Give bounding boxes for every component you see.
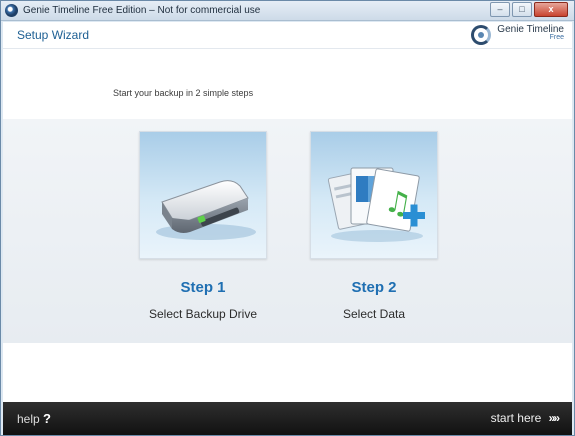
step-1[interactable]: Step 1 Select Backup Drive	[139, 131, 267, 321]
maximize-button[interactable]: □	[512, 2, 532, 17]
brand-edition: Free	[549, 34, 564, 41]
app-logo-icon	[5, 4, 18, 17]
help-label: help	[17, 412, 40, 426]
wizard-content: Setup Wizard Genie Timeline Free Start y…	[3, 22, 572, 402]
step-1-tile[interactable]	[139, 131, 267, 259]
title-bar[interactable]: Genie Timeline Free Edition – Not for co…	[1, 1, 574, 21]
footer-bar: help ? start here »»	[3, 402, 572, 435]
hard-drive-icon	[156, 180, 256, 240]
app-window: Genie Timeline Free Edition – Not for co…	[0, 0, 575, 436]
start-here-label: start here	[490, 411, 542, 425]
minimize-button[interactable]: –	[490, 2, 510, 17]
window-controls: – □ x	[490, 2, 568, 17]
step-2-tile[interactable]: ♫	[310, 131, 438, 259]
step-1-label[interactable]: Select Backup Drive	[139, 307, 267, 321]
step-1-title[interactable]: Step 1	[139, 279, 267, 296]
wizard-title: Setup Wizard	[17, 28, 90, 42]
step-2[interactable]: ♫ Step 2 Select Data	[310, 131, 438, 321]
start-here-button[interactable]: start here »»	[490, 411, 560, 425]
window-title: Genie Timeline Free Edition – Not for co…	[23, 5, 261, 16]
files-add-icon: ♫	[327, 167, 425, 242]
genie-logo-icon	[471, 25, 492, 45]
wizard-header: Setup Wizard Genie Timeline Free	[3, 22, 572, 49]
help-link[interactable]: help ?	[17, 411, 51, 426]
help-question-icon: ?	[43, 411, 51, 426]
brand: Genie Timeline Free	[471, 24, 564, 46]
intro-text: Start your backup in 2 simple steps	[113, 88, 254, 98]
step-2-label[interactable]: Select Data	[310, 307, 438, 321]
steps-band: Step 1 Select Backup Drive ♫ Step 2 Sele…	[3, 119, 572, 343]
double-chevron-right-icon: »»	[548, 411, 560, 425]
close-button[interactable]: x	[534, 2, 568, 17]
step-2-title[interactable]: Step 2	[310, 279, 438, 296]
